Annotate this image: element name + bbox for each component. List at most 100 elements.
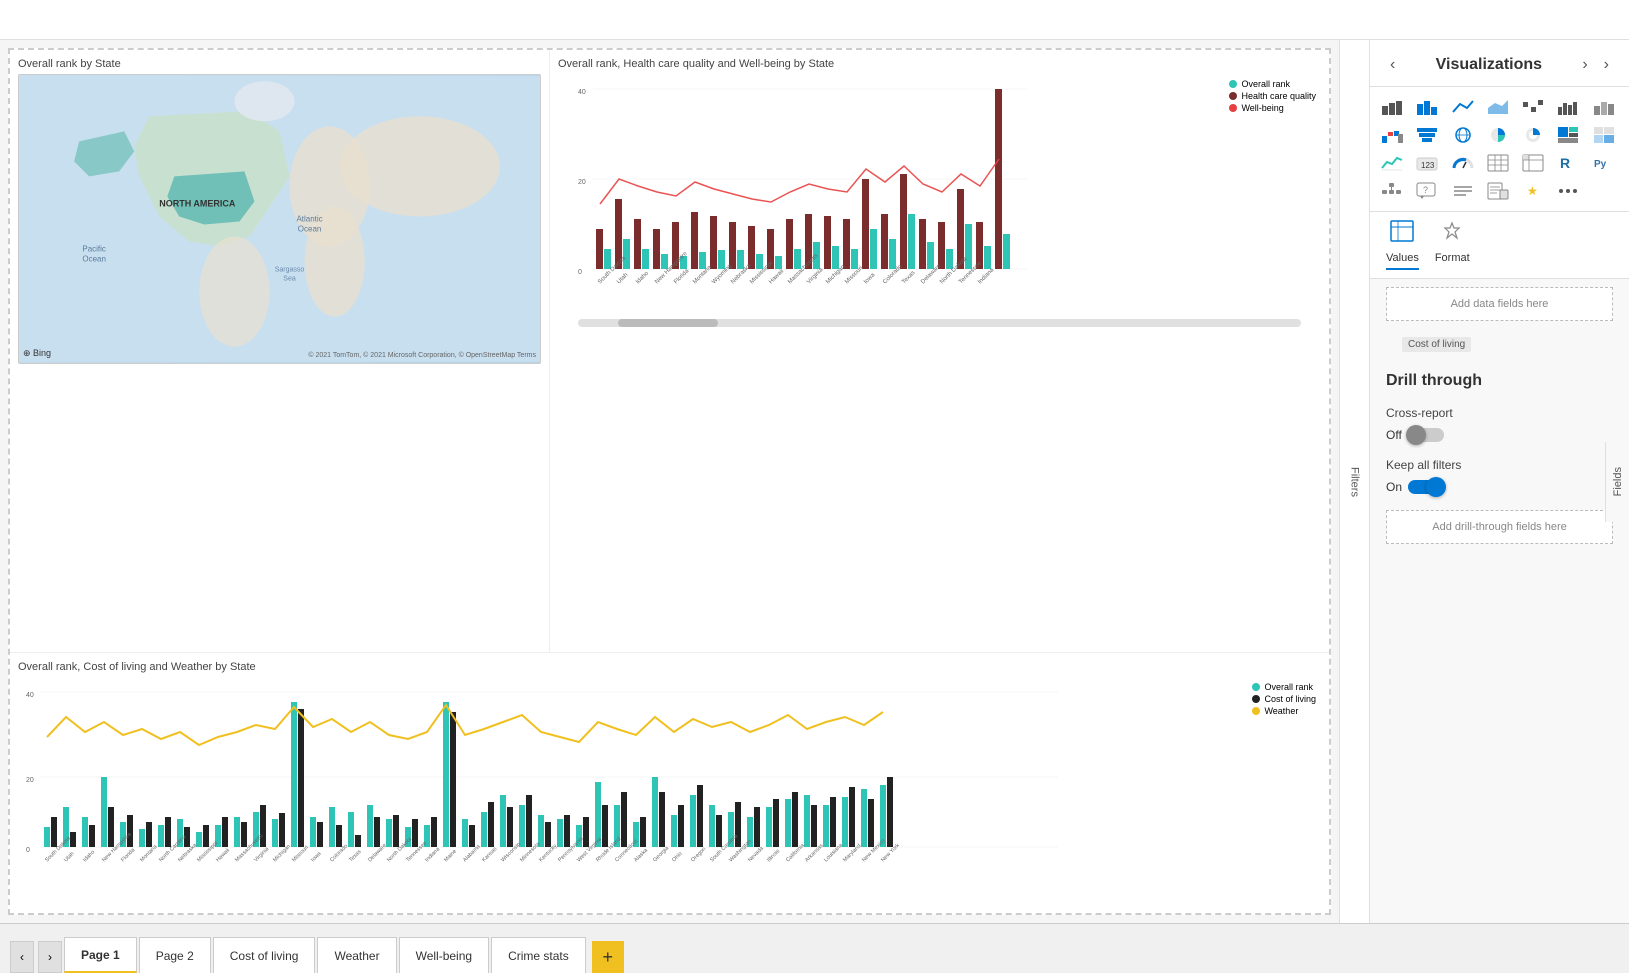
viz-map[interactable] xyxy=(1449,123,1477,147)
viz-custom[interactable]: ★ xyxy=(1519,179,1547,203)
legend-dot-bottom-overall xyxy=(1252,683,1260,691)
cross-report-track[interactable] xyxy=(1408,428,1444,442)
viz-combo-chart[interactable] xyxy=(1554,95,1582,119)
viz-gauge[interactable] xyxy=(1449,151,1477,175)
cross-report-toggle[interactable]: Off xyxy=(1386,428,1444,442)
viz-matrix[interactable] xyxy=(1590,123,1618,147)
svg-text:Kansas: Kansas xyxy=(481,846,498,863)
svg-text:Indiana: Indiana xyxy=(977,267,996,286)
viz-qa[interactable]: ? xyxy=(1413,179,1441,203)
svg-text:Iowa: Iowa xyxy=(310,850,323,863)
viz-stacked-bar[interactable] xyxy=(1378,95,1406,119)
filters-toggle[interactable]: Filters xyxy=(1339,40,1369,923)
tab-crime-stats[interactable]: Crime stats xyxy=(491,937,586,973)
viz-kpi[interactable] xyxy=(1378,151,1406,175)
panel-back-arrow[interactable]: ‹ xyxy=(1386,52,1399,78)
tab-values[interactable]: Values xyxy=(1386,220,1419,270)
panel-forward-arrow[interactable]: › xyxy=(1578,52,1591,78)
viz-waterfall[interactable] xyxy=(1378,123,1406,147)
format-icon xyxy=(1440,220,1464,248)
svg-text:Oregon: Oregon xyxy=(690,846,707,863)
panel-nav-icons: › › xyxy=(1578,52,1613,78)
svg-text:NORTH AMERICA: NORTH AMERICA xyxy=(159,198,236,208)
legend-dot-overall xyxy=(1229,80,1237,88)
svg-text:Texas: Texas xyxy=(348,849,363,864)
svg-text:Alaska: Alaska xyxy=(633,847,650,864)
bottom-chart-container: Overall rank, Cost of living and Weather… xyxy=(10,653,1329,913)
svg-text:20: 20 xyxy=(578,179,586,186)
svg-text:Utah: Utah xyxy=(616,272,629,285)
viz-scatter[interactable] xyxy=(1519,95,1547,119)
top-right-chart-area: Overall rank Health care quality Well-be… xyxy=(558,74,1321,364)
svg-text:Ocean: Ocean xyxy=(298,225,322,234)
tab-prev-btn[interactable]: ‹ xyxy=(10,941,34,973)
svg-text:Hawaii: Hawaii xyxy=(215,847,231,863)
visualizations-panel: ‹ Visualizations › › xyxy=(1369,40,1629,923)
viz-smart-narrative[interactable] xyxy=(1449,179,1477,203)
viz-decomp-tree[interactable] xyxy=(1378,179,1406,203)
svg-text:Illinois: Illinois xyxy=(766,848,781,863)
legend-dot-wellbeing xyxy=(1229,104,1237,112)
svg-text:?: ? xyxy=(1423,185,1428,195)
viz-bar-chart[interactable] xyxy=(1413,95,1441,119)
svg-text:Florida: Florida xyxy=(673,268,691,286)
viz-matrix2[interactable] xyxy=(1519,151,1547,175)
viz-more[interactable] xyxy=(1554,179,1582,203)
format-label: Format xyxy=(1435,252,1470,264)
panel-close-arrow[interactable]: › xyxy=(1600,52,1613,78)
viz-funnel[interactable] xyxy=(1413,123,1441,147)
add-drill-box[interactable]: Add drill-through fields here xyxy=(1386,510,1613,544)
map-copyright: © 2021 TomTom, © 2021 Microsoft Corporat… xyxy=(308,352,536,359)
viz-ribbon[interactable] xyxy=(1590,95,1618,119)
svg-text:Texas: Texas xyxy=(901,270,916,285)
tab-weather[interactable]: Weather xyxy=(317,937,396,973)
viz-table[interactable] xyxy=(1484,151,1512,175)
viz-donut[interactable] xyxy=(1519,123,1547,147)
viz-r-script[interactable]: R xyxy=(1554,151,1582,175)
viz-pie[interactable] xyxy=(1484,123,1512,147)
svg-text:Missouri: Missouri xyxy=(291,845,310,864)
canvas-inner: Overall rank by State xyxy=(8,48,1331,915)
top-right-svg: 40 20 0 xyxy=(558,74,1048,344)
tab-cost-of-living[interactable]: Cost of living xyxy=(213,937,316,973)
tab-wellbeing[interactable]: Well-being xyxy=(399,937,489,973)
fields-tab[interactable]: Fields xyxy=(1605,442,1629,522)
keep-filters-toggle[interactable]: On xyxy=(1386,480,1444,494)
svg-text:Iowa: Iowa xyxy=(863,272,877,286)
viz-line-chart[interactable] xyxy=(1449,95,1477,119)
svg-text:Virginia: Virginia xyxy=(253,846,271,864)
viz-paginated[interactable] xyxy=(1484,179,1512,203)
tab-add-button[interactable]: + xyxy=(592,941,624,973)
legend-wellbeing: Well-being xyxy=(1229,103,1316,113)
bottom-svg: 40 20 0 xyxy=(18,677,1068,892)
svg-text:Py: Py xyxy=(1594,159,1607,170)
viz-area-chart[interactable] xyxy=(1484,95,1512,119)
tab-format[interactable]: Format xyxy=(1435,220,1470,270)
tab-page2[interactable]: Page 2 xyxy=(139,937,211,973)
svg-text:R: R xyxy=(1560,155,1570,171)
legend-bottom-weather: Weather xyxy=(1252,706,1316,716)
svg-text:Maine: Maine xyxy=(443,849,458,864)
viz-treemap[interactable] xyxy=(1554,123,1582,147)
top-chart-legend: Overall rank Health care quality Well-be… xyxy=(1229,79,1316,113)
viz-python[interactable]: Py xyxy=(1590,151,1618,175)
keep-filters-track[interactable] xyxy=(1408,480,1444,494)
legend-bottom-cost: Cost of living xyxy=(1252,694,1316,704)
drill-through-header: Drill through xyxy=(1370,360,1629,398)
svg-text:Nevada: Nevada xyxy=(747,845,765,863)
map-container: Overall rank by State xyxy=(10,50,550,652)
viz-card[interactable]: 123 xyxy=(1413,151,1441,175)
svg-text:0: 0 xyxy=(578,269,582,276)
svg-text:★: ★ xyxy=(1527,184,1538,198)
keep-filters-toggle-row: On xyxy=(1370,476,1629,502)
bottom-chart-title: Overall rank, Cost of living and Weather… xyxy=(18,661,1321,673)
tab-page1[interactable]: Page 1 xyxy=(64,937,137,973)
tab-next-btn[interactable]: › xyxy=(38,941,62,973)
legend-overall-rank: Overall rank xyxy=(1229,79,1316,89)
svg-text:Indiana: Indiana xyxy=(424,846,442,864)
svg-text:20: 20 xyxy=(26,777,34,784)
bottom-chart-area: Overall rank Cost of living Weather xyxy=(18,677,1321,897)
svg-text:Idaho: Idaho xyxy=(635,270,650,285)
svg-text:Utah: Utah xyxy=(63,851,75,863)
add-data-box[interactable]: Add data fields here xyxy=(1386,287,1613,321)
